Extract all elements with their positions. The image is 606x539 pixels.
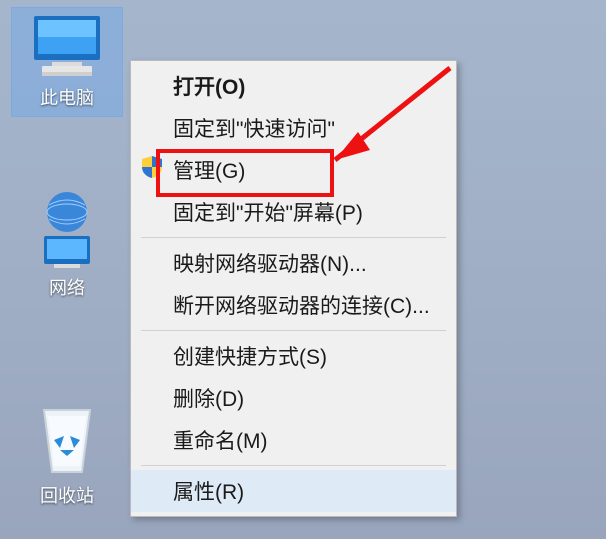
menu-item-delete[interactable]: 删除(D)	[131, 377, 456, 419]
desktop-icon-recycle-bin[interactable]: 回收站	[12, 398, 122, 508]
desktop-icon-network[interactable]: 网络	[12, 190, 122, 300]
menu-item-label: 重命名(M)	[173, 425, 267, 455]
menu-item-label: 映射网络驱动器(N)...	[173, 248, 367, 278]
computer-icon	[24, 14, 110, 80]
desktop-icon-label: 此电脑	[12, 84, 122, 110]
menu-item-label: 属性(R)	[173, 476, 244, 506]
menu-separator	[141, 330, 446, 331]
menu-item-label: 固定到"开始"屏幕(P)	[173, 197, 363, 227]
menu-item-map-network-drive[interactable]: 映射网络驱动器(N)...	[131, 242, 456, 284]
uac-shield-icon	[141, 155, 163, 185]
menu-item-label: 固定到"快速访问"	[173, 113, 335, 143]
menu-item-properties[interactable]: 属性(R)	[131, 470, 456, 512]
menu-item-manage[interactable]: 管理(G)	[131, 149, 456, 191]
menu-item-label: 创建快捷方式(S)	[173, 341, 327, 371]
menu-item-label: 删除(D)	[173, 383, 244, 413]
menu-separator	[141, 465, 446, 466]
desktop-icon-this-pc[interactable]: 此电脑	[12, 8, 122, 116]
menu-item-label: 管理(G)	[173, 155, 245, 185]
network-icon	[24, 190, 110, 270]
menu-separator	[141, 237, 446, 238]
desktop-icon-label: 回收站	[12, 482, 122, 508]
menu-item-label: 断开网络驱动器的连接(C)...	[173, 290, 430, 320]
menu-item-label: 打开(O)	[173, 71, 245, 101]
context-menu: 打开(O) 固定到"快速访问" 管理(G) 固定到"开始"屏幕(P) 映射网络驱…	[130, 60, 457, 517]
menu-item-create-shortcut[interactable]: 创建快捷方式(S)	[131, 335, 456, 377]
menu-item-pin-quick-access[interactable]: 固定到"快速访问"	[131, 107, 456, 149]
menu-item-rename[interactable]: 重命名(M)	[131, 419, 456, 461]
menu-item-open[interactable]: 打开(O)	[131, 65, 456, 107]
recycle-bin-icon	[24, 398, 110, 478]
menu-item-pin-start[interactable]: 固定到"开始"屏幕(P)	[131, 191, 456, 233]
desktop-icon-label: 网络	[12, 274, 122, 300]
menu-item-disconnect-network-drive[interactable]: 断开网络驱动器的连接(C)...	[131, 284, 456, 326]
